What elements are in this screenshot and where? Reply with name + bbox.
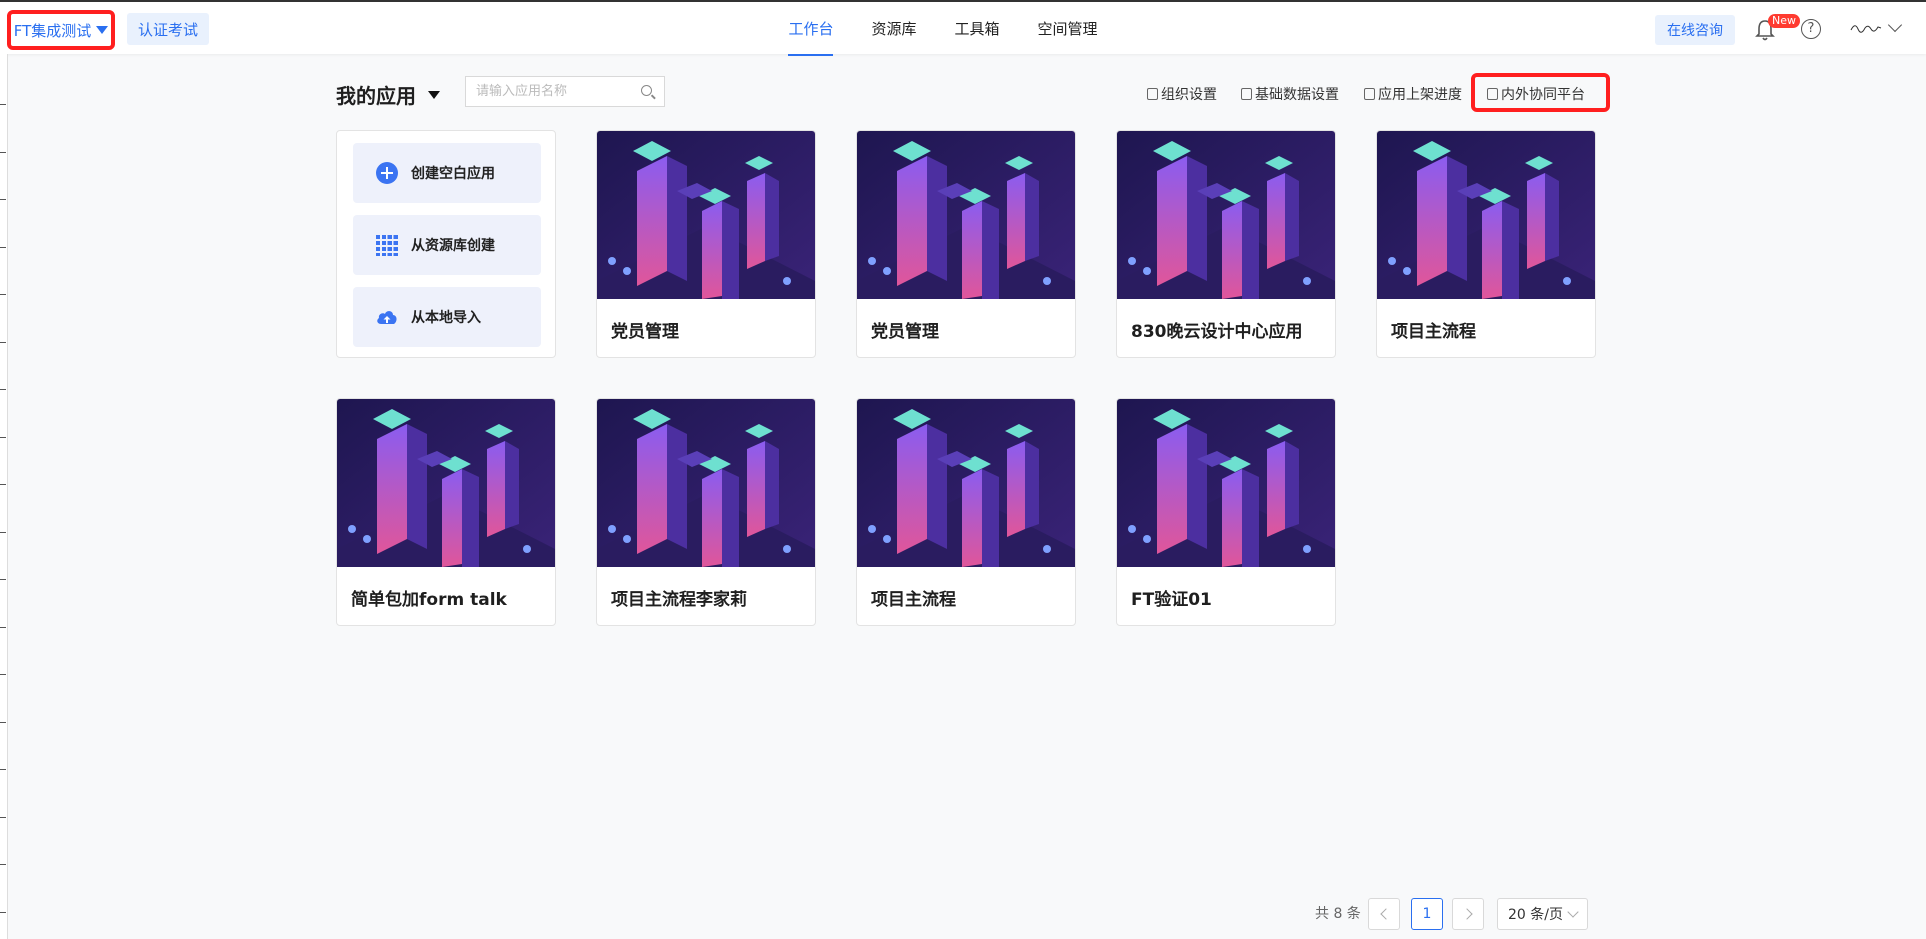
app-card[interactable]: 项目主流程李家莉: [596, 398, 816, 626]
app-cover-illustration: [597, 399, 815, 567]
page-size-label: 20 条/页: [1508, 907, 1563, 923]
app-card-name: 项目主流程李家莉: [611, 590, 747, 610]
cloud-upload-icon: [377, 311, 397, 324]
app-card-name: 党员管理: [871, 322, 939, 342]
caret-down-icon: [428, 90, 440, 99]
app-cover-illustration: [857, 399, 1075, 567]
app-card-name: 830晚云设计中心应用: [1131, 322, 1303, 342]
app-card[interactable]: 项目主流程: [1376, 130, 1596, 358]
app-card[interactable]: FT验证01: [1116, 398, 1336, 626]
create-from-library-label: 从资源库创建: [411, 238, 495, 254]
app-card-name: 项目主流程: [1391, 322, 1476, 342]
tab-resource-library[interactable]: 资源库: [871, 2, 916, 56]
online-consult-button[interactable]: 在线咨询: [1655, 15, 1735, 45]
create-from-library-button[interactable]: 从资源库创建: [353, 215, 541, 275]
plus-circle-icon: [376, 162, 398, 184]
org-settings-link[interactable]: 组织设置: [1147, 84, 1217, 104]
app-publish-progress-label: 应用上架进度: [1378, 87, 1462, 103]
app-card-name: 党员管理: [611, 322, 679, 342]
app-cover-illustration: [1117, 131, 1335, 299]
app-card[interactable]: 项目主流程: [856, 398, 1076, 626]
next-page-button[interactable]: [1452, 898, 1484, 930]
grid-icon: [376, 235, 398, 256]
local-import-button[interactable]: 从本地导入: [353, 287, 541, 347]
app-publish-progress-link[interactable]: 应用上架进度: [1364, 84, 1462, 104]
app-search-box: [465, 76, 665, 107]
new-badge: New: [1768, 14, 1800, 28]
tab-toolbox[interactable]: 工具箱: [955, 2, 1000, 56]
collab-platform-highlight: [1471, 73, 1610, 112]
clipboard-icon: [1364, 88, 1375, 100]
create-blank-app-button[interactable]: 创建空白应用: [353, 143, 541, 203]
app-card[interactable]: 党员管理: [856, 130, 1076, 358]
left-ruler: [0, 54, 8, 939]
base-data-settings-label: 基础数据设置: [1255, 87, 1339, 103]
app-search-input[interactable]: [466, 77, 626, 106]
app-card[interactable]: 简单包加form talk: [336, 398, 556, 626]
top-bar: FT集成测试 认证考试 工作台 资源库 工具箱 空间管理 在线咨询 New ?: [0, 0, 1926, 56]
tab-workbench[interactable]: 工作台: [788, 2, 834, 56]
create-blank-label: 创建空白应用: [411, 166, 495, 182]
my-apps-title[interactable]: 我的应用: [336, 80, 440, 109]
app-cover-illustration: [857, 131, 1075, 299]
org-settings-label: 组织设置: [1161, 87, 1217, 103]
app-card[interactable]: 党员管理: [596, 130, 816, 358]
tab-space-management[interactable]: 空间管理: [1038, 2, 1098, 56]
main-nav: 工作台 资源库 工具箱 空间管理: [0, 2, 1926, 56]
app-card[interactable]: 830晚云设计中心应用: [1116, 130, 1336, 358]
page-size-select[interactable]: 20 条/页: [1497, 898, 1588, 930]
app-cover-illustration: [1377, 131, 1595, 299]
database-icon: [1241, 88, 1252, 100]
help-icon[interactable]: ?: [1801, 19, 1821, 39]
prev-page-button[interactable]: [1368, 898, 1400, 930]
total-count: 共 8 条: [1315, 906, 1361, 922]
user-avatar-signature[interactable]: [1850, 20, 1882, 37]
local-import-label: 从本地导入: [411, 310, 481, 326]
app-card-name: 项目主流程: [871, 590, 956, 610]
chevron-right-icon: [1460, 908, 1473, 920]
chevron-left-icon: [1379, 908, 1392, 920]
my-apps-label: 我的应用: [336, 84, 416, 108]
app-card-name: FT验证01: [1131, 590, 1212, 610]
app-card-name: 简单包加form talk: [351, 590, 507, 610]
chevron-down-icon: [1567, 906, 1579, 918]
signature-icon: [1850, 25, 1882, 33]
page-1-button[interactable]: 1: [1411, 898, 1443, 930]
create-app-card: 创建空白应用 从资源库创建 从本地导入: [336, 130, 556, 358]
base-data-settings-link[interactable]: 基础数据设置: [1241, 84, 1339, 104]
app-cover-illustration: [597, 131, 815, 299]
search-icon[interactable]: [641, 85, 652, 96]
org-icon: [1147, 88, 1158, 100]
app-cover-illustration: [337, 399, 555, 567]
app-cover-illustration: [1117, 399, 1335, 567]
